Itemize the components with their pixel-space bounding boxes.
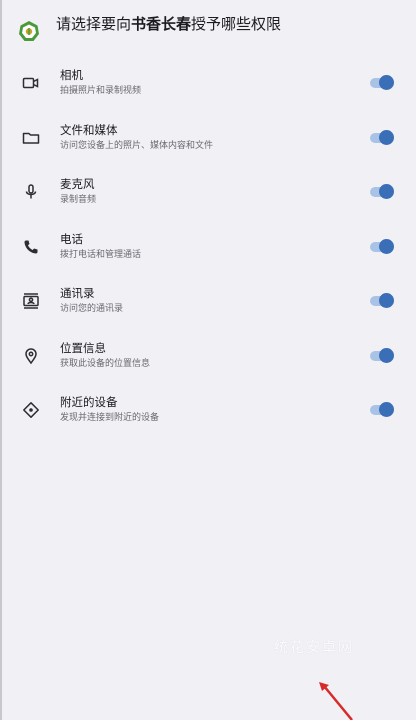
- toggle-thumb: [379, 293, 394, 308]
- permission-desc-contacts: 访问您的通讯录: [60, 304, 124, 314]
- permission-desc-files-media: 访问您设备上的照片、媒体内容和文件: [60, 140, 214, 151]
- permission-row-phone[interactable]: 电话 拨打电话和管理通话: [0, 220, 416, 275]
- toggle-thumb: [379, 238, 394, 254]
- permission-row-location[interactable]: 位置信息 获取此设备的位置信息: [0, 329, 416, 384]
- toggle-thumb: [379, 347, 394, 363]
- permission-list: 相机 拍摄照片和录制视频 文件和媒体 访问您设备上的照片、媒体内容和文件 麦克风…: [0, 56, 416, 438]
- permission-title: 请选择要向书香长春授予哪些权限: [56, 14, 281, 34]
- permission-title-location: 位置信息: [60, 340, 106, 355]
- camera-icon: [21, 73, 41, 93]
- contacts-icon: [21, 291, 41, 311]
- permission-title-microphone: 麦克风: [60, 177, 95, 191]
- permission-desc-microphone: 录制音频: [60, 195, 97, 205]
- permission-desc-location: 获取此设备的位置信息: [60, 358, 151, 369]
- permission-row-files-media[interactable]: 文件和媒体 访问您设备上的照片、媒体内容和文件: [0, 111, 416, 166]
- permission-title-nearby-devices: 附近的设备: [60, 395, 118, 409]
- toggle-thumb: [379, 129, 394, 145]
- permission-title-files-media: 文件和媒体: [60, 122, 118, 137]
- title-suffix: 授予哪些权限: [191, 15, 282, 33]
- permission-header: 请选择要向书香长春授予哪些权限: [0, 0, 416, 56]
- microphone-toggle[interactable]: [370, 184, 394, 200]
- folder-icon: [21, 128, 41, 148]
- toggle-thumb: [379, 75, 394, 90]
- permission-title-contacts: 通讯录: [60, 286, 95, 300]
- permission-row-microphone[interactable]: 麦克风 录制音频: [0, 165, 416, 220]
- permission-row-contacts[interactable]: 通讯录 访问您的通讯录: [0, 274, 416, 329]
- microphone-icon: [21, 182, 41, 202]
- app-name: 书香长春: [131, 15, 192, 33]
- phone-icon: [21, 237, 41, 257]
- nearby-devices-icon: [21, 400, 41, 420]
- permission-desc-nearby-devices: 发现并连接到附近的设备: [60, 413, 160, 423]
- watermark: 统花安卓网: [274, 640, 354, 656]
- toggle-thumb: [379, 402, 394, 417]
- contacts-toggle[interactable]: [370, 293, 394, 309]
- files-media-toggle[interactable]: [370, 129, 394, 146]
- permission-desc-phone: 拨打电话和管理通话: [60, 249, 142, 260]
- permission-desc-camera: 拍摄照片和录制视频: [60, 86, 142, 96]
- permission-row-nearby-devices[interactable]: 附近的设备 发现并连接到附近的设备: [0, 383, 416, 438]
- permission-row-camera[interactable]: 相机 拍摄照片和录制视频: [0, 56, 416, 111]
- app-logo-icon: [18, 20, 40, 42]
- title-prefix: 请选择要向: [56, 15, 132, 33]
- location-toggle[interactable]: [370, 347, 394, 364]
- red-arrow-annotation: [319, 682, 353, 720]
- phone-toggle[interactable]: [370, 238, 394, 255]
- toggle-thumb: [379, 184, 394, 199]
- permission-title-camera: 相机: [60, 68, 83, 82]
- location-icon: [21, 346, 41, 366]
- camera-toggle[interactable]: [370, 75, 394, 91]
- nearby-devices-toggle[interactable]: [370, 402, 394, 418]
- permission-title-phone: 电话: [60, 231, 83, 246]
